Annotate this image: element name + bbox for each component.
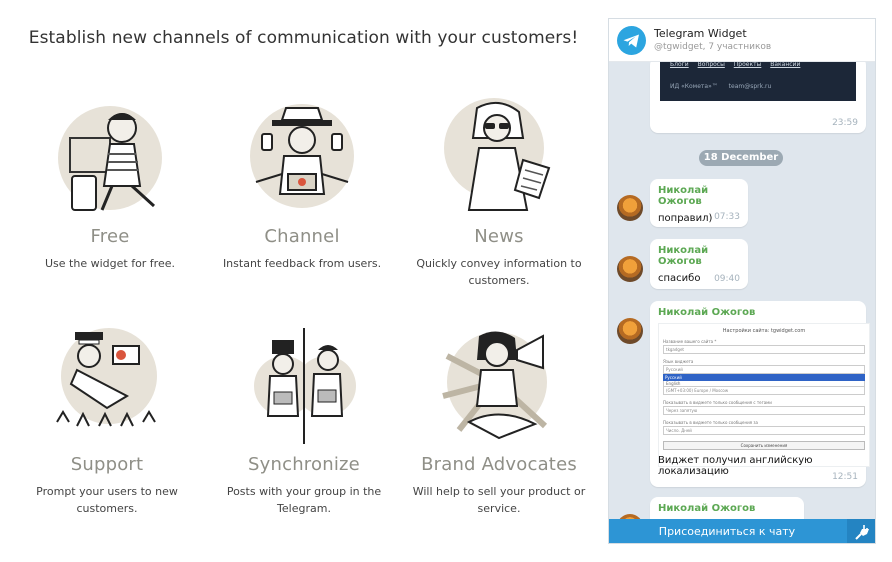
message-author[interactable]: Николай Ожогов — [658, 307, 858, 318]
message-time: 23:59 — [832, 118, 858, 128]
message-bubble: Николай Ожогов Настройки сайта: tgwidget… — [650, 301, 870, 487]
date-separator: 18 December — [699, 150, 783, 166]
woman-reading-newspaper-icon — [439, 98, 559, 218]
message-bubble: Николай Ожогов поправил) 07:33 — [650, 179, 748, 227]
message-time: 09:40 — [714, 274, 740, 284]
two-people-with-laptops-icon — [244, 326, 364, 446]
message-bubble: Блоги Вопросы Проекты Вакансии ИД «Комет… — [650, 61, 866, 133]
page-title: Establish new channels of communication … — [28, 28, 579, 48]
preview-link: Вакансии — [770, 61, 801, 68]
message-list[interactable]: Блоги Вопросы Проекты Вакансии ИД «Комет… — [609, 61, 875, 519]
widget-subtitle: @tgwidget, 7 участников — [654, 42, 772, 52]
message-bubble: Николай Ожогов — [650, 497, 804, 519]
avatar[interactable] — [617, 195, 643, 221]
widget-header[interactable]: Telegram Widget @tgwidget, 7 участников — [609, 19, 875, 62]
feature-title: Brand Advocates — [421, 454, 577, 475]
join-chat-bar: Присоединиться к чату — [609, 519, 875, 543]
feature-title: Synchronize — [248, 454, 360, 475]
multitasking-hat-person-icon — [242, 98, 362, 218]
settings-screenshot-image[interactable]: Настройки сайта: tgwidget.com Название в… — [658, 323, 870, 467]
woman-with-megaphone-icon — [439, 326, 559, 446]
preview-link: Проекты — [733, 61, 762, 68]
preview-link: Вопросы — [697, 61, 725, 68]
message-author[interactable]: Николай Ожогов — [658, 503, 796, 514]
avatar[interactable] — [617, 256, 643, 282]
preview-link: Блоги — [670, 61, 689, 68]
person-with-suitcase-icon — [50, 98, 170, 218]
preview-links: Блоги Вопросы Проекты Вакансии — [670, 61, 807, 68]
feature-description: Prompt your users to new customers. — [36, 485, 178, 515]
feature-support: Support Prompt your users to new custome… — [12, 326, 202, 517]
feature-synchronize: Synchronize Posts with your group in the… — [209, 326, 399, 517]
feature-title: Free — [90, 226, 130, 247]
join-chat-button[interactable]: Присоединиться к чату — [609, 519, 845, 543]
site-preview-image: Блоги Вопросы Проекты Вакансии ИД «Комет… — [660, 61, 856, 101]
feature-description: Instant feedback from users. — [222, 257, 382, 270]
feature-description: Posts with your group in the Telegram. — [226, 485, 382, 515]
feature-description: Use the widget for free. — [45, 257, 175, 270]
feature-description: Will help to sell your product or servic… — [412, 485, 586, 515]
telegram-widget: Telegram Widget @tgwidget, 7 участников … — [608, 18, 876, 544]
feature-free: Free Use the widget for free. — [15, 98, 205, 272]
feature-title: Channel — [264, 226, 340, 247]
message-author[interactable]: Николай Ожогов — [658, 185, 740, 207]
widget-title: Telegram Widget — [654, 27, 747, 40]
message-bubble: Николай Ожогов спасибо 09:40 — [650, 239, 748, 289]
feature-brand-advocates: Brand Advocates Will help to sell your p… — [404, 326, 594, 517]
cameraman-with-crowd-icon — [47, 326, 167, 446]
feature-news: News Quickly convey information to custo… — [404, 98, 594, 289]
message-author[interactable]: Николай Ожогов — [658, 245, 740, 267]
preview-footer: ИД «Комета»™ team@sprk.ru — [670, 83, 772, 90]
feature-description: Quickly convey information to customers. — [416, 257, 582, 287]
message-time: 07:33 — [714, 212, 740, 222]
message-time: 12:51 — [832, 472, 858, 482]
telegram-logo-icon — [617, 26, 646, 55]
feature-title: News — [474, 226, 524, 247]
power-plug-icon[interactable] — [847, 519, 875, 543]
feature-channel: Channel Instant feedback from users. — [207, 98, 397, 272]
avatar[interactable] — [617, 318, 643, 344]
feature-title: Support — [70, 454, 144, 475]
